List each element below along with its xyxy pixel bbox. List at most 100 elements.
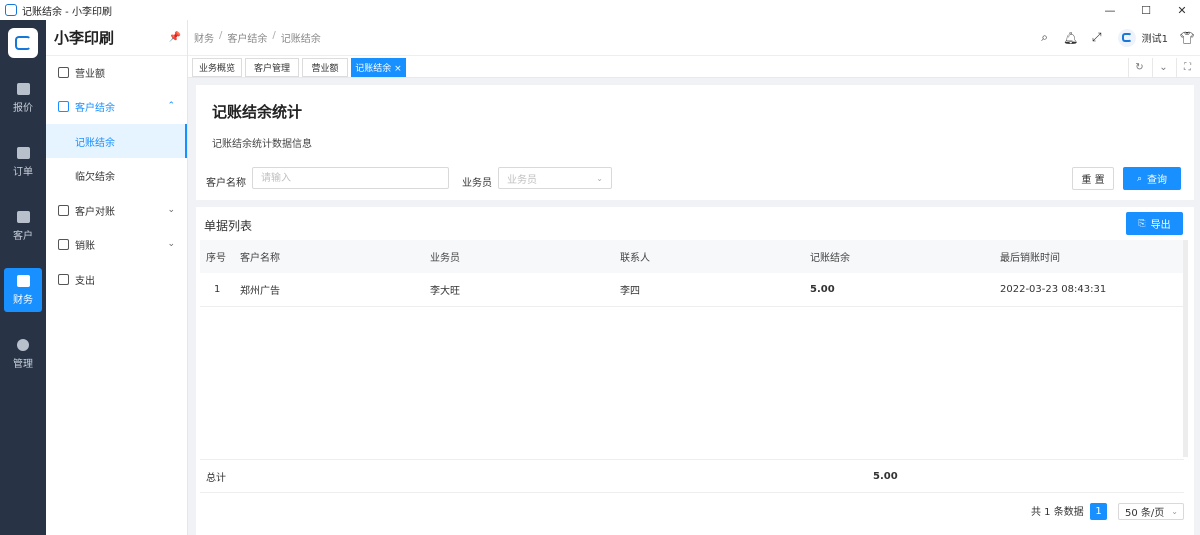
page-size-value: 50 条/页	[1125, 508, 1165, 519]
shirt-icon[interactable]: 👕︎	[1174, 31, 1200, 45]
chevron-down-icon: ⌄	[167, 205, 175, 215]
chevron-down-icon: ⌄	[596, 173, 603, 183]
refresh-icon[interactable]: ↻	[1128, 58, 1150, 77]
avatar-logo-icon	[1121, 33, 1132, 42]
menu-item-temp-arrears[interactable]: 临欠结余	[46, 158, 187, 192]
rail-item-label: 订单	[13, 166, 33, 178]
breadcrumb-separator: /	[219, 30, 223, 41]
column-header: 记账结余	[810, 253, 850, 264]
menu-item-revenue[interactable]: 营业额	[46, 55, 187, 89]
export-button[interactable]: ⎘ 导出	[1126, 212, 1183, 235]
menu-item-write-off[interactable]: 销账 ⌄	[46, 227, 187, 261]
breadcrumb-item[interactable]: 客户结余	[227, 30, 267, 45]
side-menu: 小李印刷 📌 营业额 客户结余 ⌃ 记账结余 临欠结余 客户对账 ⌄ 销账 ⌄ …	[46, 20, 188, 535]
clipboard-icon	[16, 146, 30, 159]
ledger-icon	[58, 238, 69, 250]
rail-item-orders[interactable]: 订单	[4, 140, 42, 184]
logo-icon	[15, 36, 31, 50]
salesman-select-placeholder: 业务员	[507, 174, 537, 186]
cell-index: 1	[214, 284, 221, 295]
cell-salesman: 李大旺	[430, 286, 460, 297]
wallet-icon	[16, 274, 30, 287]
rail-item-quote[interactable]: 报价	[4, 76, 42, 120]
column-header: 最后销账时间	[1000, 253, 1060, 264]
cell-balance: 5.00	[810, 284, 835, 295]
menu-item-label: 销账	[75, 240, 95, 252]
reset-button-label: 重 置	[1081, 175, 1105, 186]
salesman-select[interactable]: 业务员 ⌄	[498, 167, 612, 189]
total-label: 总计	[206, 472, 226, 484]
pin-icon[interactable]: 📌	[169, 32, 181, 43]
menu-item-customer-balance[interactable]: 客户结余 ⌃	[46, 89, 187, 123]
brand-name: 小李印刷 📌	[46, 20, 187, 56]
brand-title: 小李印刷	[54, 29, 115, 47]
cell-customer-name: 郑州广告	[240, 286, 280, 297]
page-size-select[interactable]: 50 条/页 ⌄	[1118, 503, 1184, 520]
brand-logo[interactable]	[8, 28, 38, 58]
search-button[interactable]: ⌕ 查询	[1123, 167, 1181, 190]
query-card: 记账结余统计 记账结余统计数据信息 客户名称 业务员 业务员 ⌄ 重 置 ⌕ 查…	[196, 85, 1194, 200]
menu-item-expense[interactable]: 支出	[46, 262, 187, 296]
window-title-bar: 记账结余 - 小李印刷 — ☐ ✕	[0, 0, 1200, 20]
chart-icon	[58, 66, 69, 78]
gear-icon	[17, 338, 29, 351]
tab-account-balance[interactable]: 记账结余 ×	[351, 58, 406, 77]
table-header: 序号 客户名称 业务员 联系人 记账结余 最后销账时间	[200, 240, 1184, 273]
cell-contact: 李四	[620, 286, 640, 297]
menu-item-label: 记账结余	[75, 137, 115, 149]
bell-icon[interactable]: 🔔︎	[1058, 31, 1084, 45]
maximize-content-icon[interactable]: ⛶	[1176, 58, 1198, 77]
export-button-label: 导出	[1150, 220, 1171, 231]
avatar[interactable]	[1117, 28, 1136, 47]
column-header: 客户名称	[240, 253, 280, 264]
breadcrumb-separator: /	[272, 30, 276, 41]
maximize-button[interactable]: ☐	[1128, 0, 1164, 20]
fullscreen-icon[interactable]: ⤢	[1084, 30, 1110, 45]
document-icon	[58, 100, 69, 112]
column-header: 联系人	[620, 253, 650, 264]
rail-item-admin[interactable]: 管理	[4, 332, 42, 376]
search-button-label: 查询	[1147, 175, 1168, 186]
rail-item-label: 报价	[13, 102, 33, 114]
table-row[interactable]: 1 郑州广告 李大旺 李四 5.00 2022-03-23 08:43:31	[200, 273, 1184, 307]
tab-bar: 业务概览 客户管理 营业额 记账结余 × ↻ ⌄ ⛶	[188, 55, 1200, 78]
chevron-down-icon: ⌄	[167, 239, 175, 249]
menu-item-reconciliation[interactable]: 客户对账 ⌄	[46, 193, 187, 227]
list-title: 单据列表	[204, 219, 253, 233]
chevron-down-icon: ⌄	[1171, 507, 1178, 516]
tab-business-overview[interactable]: 业务概览	[192, 58, 242, 77]
minimize-button[interactable]: —	[1092, 0, 1128, 20]
menu-item-account-balance[interactable]: 记账结余	[46, 124, 187, 158]
column-header: 业务员	[430, 253, 460, 264]
tab-customer-management[interactable]: 客户管理	[245, 58, 299, 77]
total-balance: 5.00	[873, 470, 898, 482]
search-icon[interactable]: ⌕	[1032, 30, 1058, 45]
search-icon: ⌕	[1136, 173, 1143, 184]
window-title: 记账结余 - 小李印刷	[22, 6, 112, 18]
reset-button[interactable]: 重 置	[1072, 167, 1114, 190]
rail-item-customers[interactable]: 客户	[4, 204, 42, 248]
close-window-button[interactable]: ✕	[1164, 0, 1200, 20]
rail-item-label: 财务	[13, 294, 33, 306]
rail-item-label: 客户	[13, 230, 33, 242]
contact-icon	[16, 210, 30, 223]
main-nav-rail: 报价 订单 客户 财务 管理	[0, 20, 46, 535]
list-icon	[58, 204, 69, 216]
breadcrumb-item[interactable]: 财务	[194, 30, 214, 45]
tab-revenue[interactable]: 营业额	[302, 58, 348, 77]
export-icon	[58, 273, 69, 285]
pagination-page-1[interactable]: 1	[1090, 503, 1107, 520]
customer-name-input[interactable]	[252, 167, 449, 189]
cell-last-writeoff-time: 2022-03-23 08:43:31	[1000, 284, 1107, 295]
page-title: 记账结余统计	[212, 103, 303, 121]
file-export-icon: ⎘	[1138, 218, 1146, 229]
app-logo-icon	[5, 4, 17, 16]
rail-item-finance[interactable]: 财务	[4, 268, 42, 312]
customer-name-label: 客户名称	[206, 178, 246, 189]
page-subtitle: 记账结余统计数据信息	[212, 139, 312, 150]
menu-item-label: 客户结余	[75, 102, 115, 114]
user-name[interactable]: 测试1	[1142, 30, 1168, 45]
menu-item-label: 支出	[75, 275, 95, 287]
table-scrollbar[interactable]	[1183, 240, 1188, 457]
chevron-down-icon[interactable]: ⌄	[1152, 58, 1174, 77]
